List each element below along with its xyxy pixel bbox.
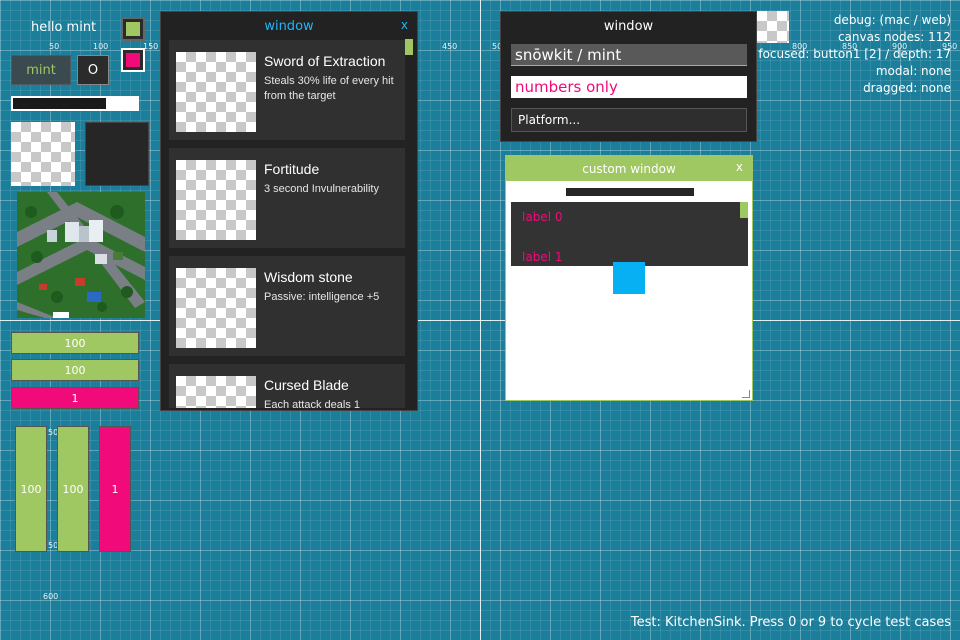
item-name: Sword of Extraction <box>264 53 386 69</box>
checker-image <box>11 122 75 186</box>
progress-bar <box>11 96 139 111</box>
window-title: window <box>264 18 314 34</box>
tick-label: 450 <box>442 42 458 51</box>
debug-line: canvas nodes: 112 <box>837 30 951 44</box>
debug-panel: debug: (mac / web) canvas nodes: 112 foc… <box>758 12 951 97</box>
text-input[interactable]: snōwkit / mint <box>511 44 747 66</box>
debug-line: dragged: none <box>863 81 951 95</box>
slider-vertical[interactable]: 1 <box>99 426 131 552</box>
item-name: Wisdom stone <box>264 269 353 285</box>
list-window[interactable]: window x Sword of Extraction Steals 30% … <box>160 11 418 411</box>
debug-line: debug: (mac / web) <box>833 13 951 27</box>
custom-window[interactable]: custom window x label 0 label 1 <box>505 155 753 401</box>
canvas-axis-vertical <box>480 0 481 640</box>
item-name: Fortitude <box>264 161 320 177</box>
list-label[interactable]: label 0 <box>522 210 562 224</box>
window-title: window <box>603 18 654 34</box>
item-description: Passive: intelligence +5 <box>264 291 380 303</box>
window-titlebar[interactable]: window <box>501 12 756 40</box>
mint-button[interactable]: mint <box>11 55 71 85</box>
debug-line: focused: button1 [2] / depth: 17 <box>758 47 951 61</box>
item-image <box>176 268 256 348</box>
numbers-input[interactable]: numbers only <box>511 76 747 98</box>
platform-dropdown[interactable]: Platform... <box>511 108 747 132</box>
item-name: Cursed Blade <box>264 377 349 393</box>
hello-label: hello mint <box>31 20 97 35</box>
tick-label: 150 <box>143 42 159 51</box>
dark-panel <box>85 122 149 186</box>
debug-line: modal: none <box>875 64 951 78</box>
list-item[interactable]: Wisdom stone Passive: intelligence +5 <box>169 256 405 356</box>
list-scrollbar[interactable] <box>740 202 748 218</box>
item-image <box>176 376 256 408</box>
item-description: Steals 30% life of every hit from the ta… <box>264 75 394 102</box>
close-icon[interactable]: x <box>401 18 408 32</box>
check-mark <box>126 53 140 67</box>
city-image <box>17 192 145 318</box>
slider-vertical[interactable]: 100 <box>57 426 89 552</box>
check-mark <box>126 22 140 36</box>
slider-horizontal[interactable]: 1 <box>11 387 139 409</box>
custom-progress-bar <box>566 188 694 196</box>
o-button[interactable]: O <box>77 55 109 85</box>
list-scrollbar[interactable] <box>405 39 413 55</box>
list-item[interactable]: Sword of Extraction Steals 30% life of e… <box>169 40 405 140</box>
item-description: 3 second Invulnerability <box>264 183 379 195</box>
list-item[interactable]: Cursed Blade Each attack deals 1 <box>169 364 405 408</box>
pink-checkbox[interactable] <box>121 48 145 72</box>
window-titlebar[interactable]: custom window x <box>506 156 752 181</box>
footer-status: Test: KitchenSink. Press 0 or 9 to cycle… <box>630 615 951 630</box>
green-checkbox[interactable] <box>121 17 145 41</box>
city-illustration <box>17 192 145 318</box>
close-icon[interactable]: x <box>736 160 743 174</box>
slider-horizontal[interactable]: 100 <box>11 332 139 354</box>
tick-label: 50 <box>49 42 60 51</box>
window-titlebar[interactable]: window x <box>161 12 417 40</box>
tick-label: 600 <box>43 592 59 601</box>
list-item[interactable]: Fortitude 3 second Invulnerability <box>169 148 405 248</box>
window-title: custom window <box>582 161 676 176</box>
list-label[interactable]: label 1 <box>522 250 562 264</box>
slider-vertical[interactable]: 100 <box>15 426 47 552</box>
item-image <box>176 52 256 132</box>
blue-square[interactable] <box>613 262 645 294</box>
tick-label: 100 <box>93 42 109 51</box>
resize-handle-icon[interactable] <box>742 390 750 398</box>
form-window[interactable]: window snōwkit / mint numbers only Platf… <box>500 11 757 142</box>
slider-horizontal[interactable]: 100 <box>11 359 139 381</box>
item-image <box>176 160 256 240</box>
progress-fill <box>13 98 106 109</box>
label-list[interactable]: label 0 label 1 <box>511 202 748 266</box>
item-description: Each attack deals 1 <box>264 399 361 408</box>
